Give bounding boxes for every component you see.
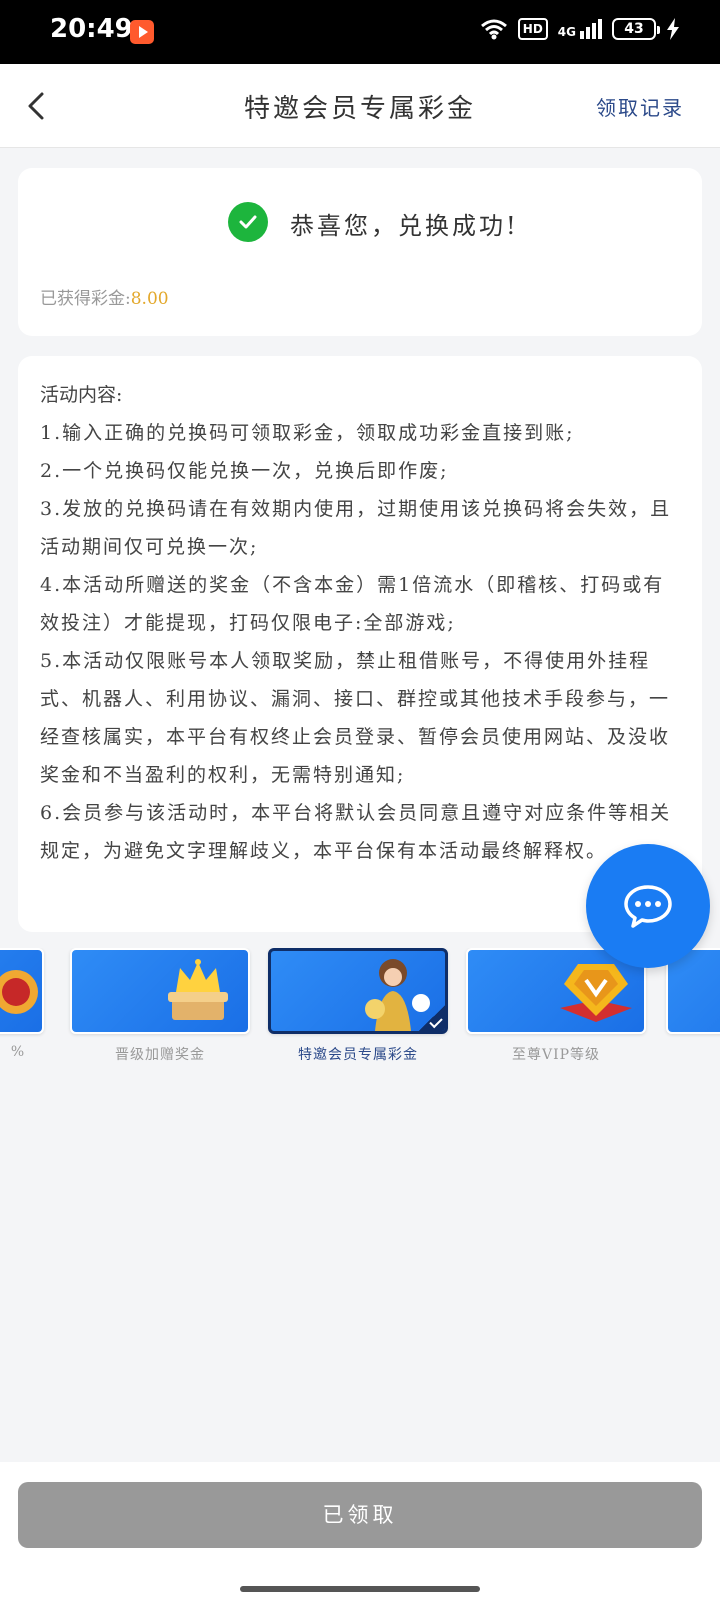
crown-icon [168,959,228,1020]
claim-records-link[interactable]: 领取记录 [596,92,684,121]
reward-label: 已获得彩金: [40,289,131,309]
success-card: 恭喜您，兑换成功! 已获得彩金:8.00 [18,168,702,336]
promo-card-vip-upgrade-bonus[interactable] [70,948,250,1034]
rule-item: 6.会员参与该活动时，本平台将默认会员同意且遵守对应条件等相关规定，为避免文字理… [40,802,672,862]
status-time: 20:49 [50,14,133,44]
promotion-carousel[interactable]: % 晋级加赠奖金 特邀会员专属彩金 至尊VIP等级 [0,948,720,1068]
chat-support-button[interactable] [586,844,710,968]
rule-item: 3.发放的兑换码请在有效期内使用，过期使用该兑换码将会失效，且活动期间仅可兑换一… [40,498,672,558]
promo-label: 晋级加赠奖金 [115,1047,205,1063]
battery-icon: 43 [612,18,660,40]
video-app-icon [130,20,154,44]
rule-item: 4.本活动所赠送的奖金（不含本金）需1倍流水（即稽核、打码或有效投注）才能提现，… [40,574,665,634]
promo-label: 特邀会员专属彩金 [298,1047,418,1063]
rules-heading: 活动内容: [40,384,123,406]
vip-shield-icon [560,964,632,1022]
status-bar: 20:49 HD 4G 43 [0,0,720,64]
rule-item: 2.一个兑换码仅能兑换一次，兑换后即作废; [40,460,449,482]
promo-card[interactable] [0,948,44,1034]
hd-badge: HD [517,18,548,40]
rule-item: 1.输入正确的兑换码可领取彩金，领取成功彩金直接到账; [40,422,575,444]
promo-label: 至尊VIP等级 [511,1047,601,1063]
status-indicators: HD 4G 43 [480,18,680,40]
reward-amount-line: 已获得彩金:8.00 [40,284,169,309]
success-check-icon [228,202,268,242]
wifi-icon [480,19,507,40]
success-message: 恭喜您，兑换成功! [290,212,519,240]
home-indicator[interactable] [240,1586,480,1592]
selected-check-icon [417,1003,445,1031]
activity-rules-card: 活动内容: 1.输入正确的兑换码可领取彩金，领取成功彩金直接到账; 2.一个兑换… [18,356,702,932]
bottom-action-bar: 已领取 [0,1462,720,1600]
cellular-signal-icon: 4G [558,19,602,39]
claimed-button[interactable]: 已领取 [18,1482,702,1548]
gift-icon [0,970,38,1014]
nav-header: 特邀会员专属彩金 领取记录 [0,64,720,148]
charging-icon [667,18,679,40]
rule-item: 5.本活动仅限账号本人领取奖励，禁止租借账号，不得使用外挂程式、机器人、利用协议… [40,650,671,786]
promo-card-special-member-bonus[interactable] [268,948,448,1034]
reward-value: 8.00 [130,289,169,309]
network-type: 4G [557,25,576,39]
chat-bubble-icon [624,885,672,928]
